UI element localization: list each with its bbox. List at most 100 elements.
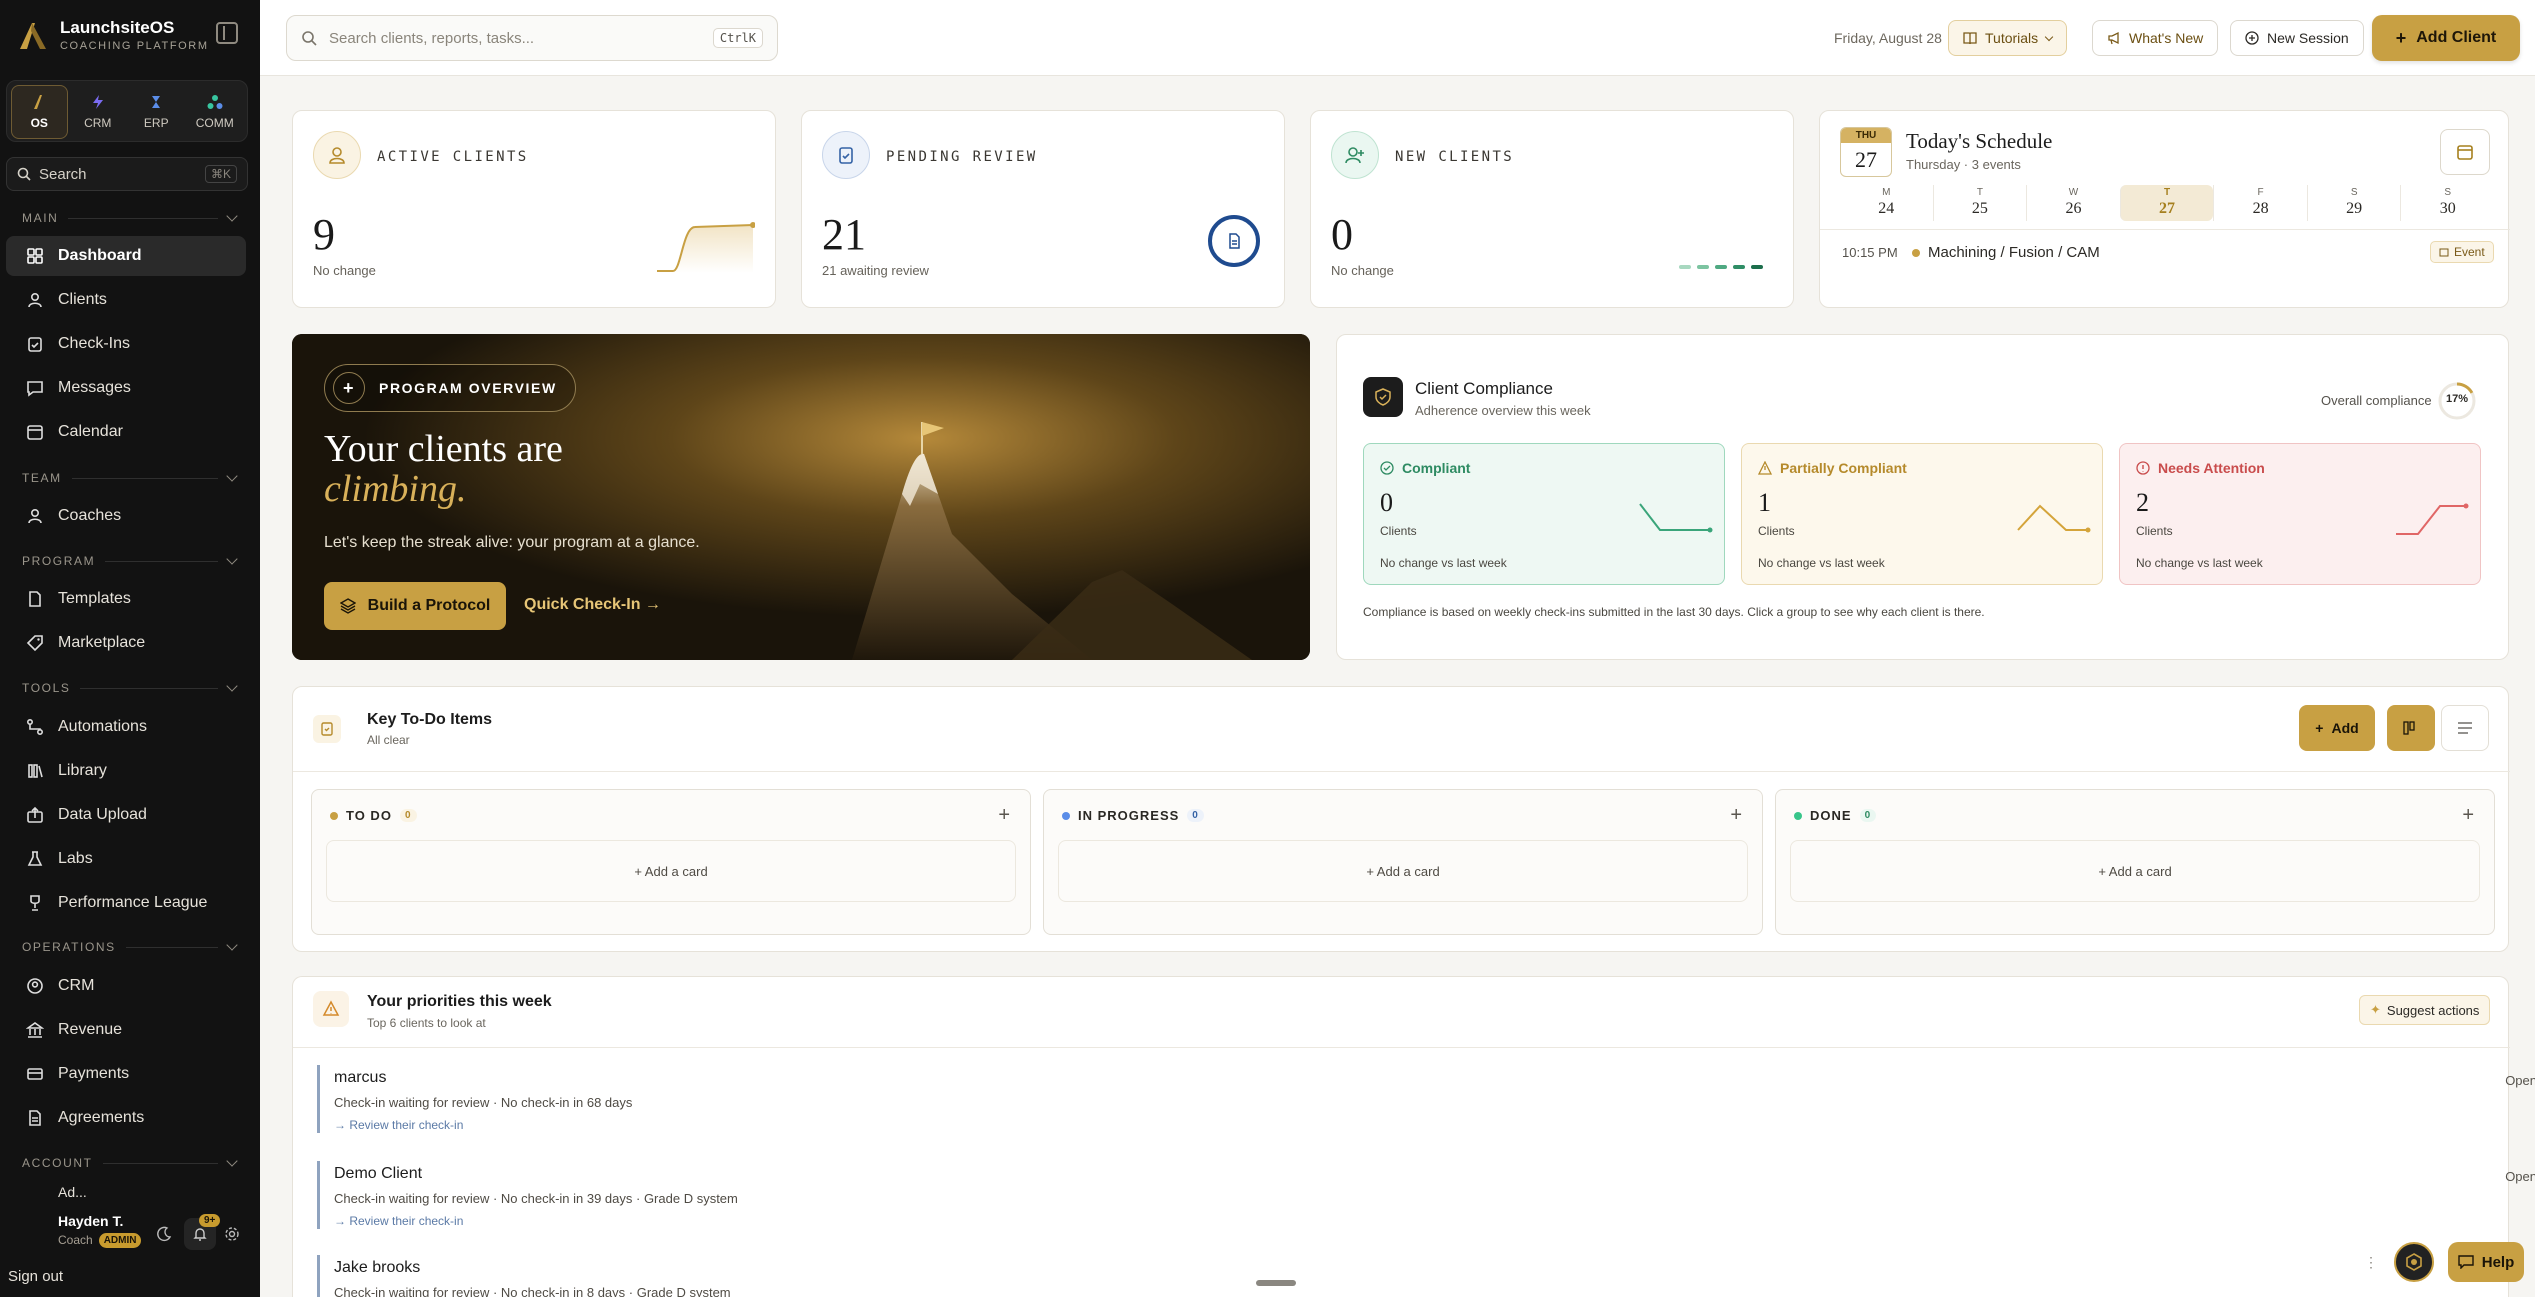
section-main[interactable]: MAIN (22, 210, 238, 225)
stat-card-pending-review[interactable]: PENDING REVIEW 21 21 awaiting review (801, 110, 1285, 308)
gear-icon[interactable] (224, 1226, 240, 1242)
sidebar-item-checkins[interactable]: Check-Ins (6, 324, 246, 364)
section-program[interactable]: PROGRAM (22, 553, 238, 568)
sidebar-item-label: Revenue (58, 1021, 123, 1038)
section-account[interactable]: ACCOUNT (22, 1155, 238, 1170)
sidebar-item-marketplace[interactable]: Marketplace (6, 623, 246, 663)
compliance-group-partial[interactable]: Partially Compliant 1 Clients No change … (1741, 443, 2103, 585)
sidebar-item-labs[interactable]: Labs (6, 839, 246, 879)
sidebar-item-crm[interactable]: CRM (6, 966, 246, 1006)
sidebar-search-shortcut: ⌘K (204, 165, 237, 183)
week-day[interactable]: F 28 (2213, 185, 2307, 221)
section-team[interactable]: TEAM (22, 470, 238, 485)
stat-card-active-clients[interactable]: ACTIVE CLIENTS 9 No change (292, 110, 776, 308)
add-client-button[interactable]: + Add Client (2372, 15, 2520, 61)
scroll-handle[interactable] (1256, 1280, 1296, 1286)
help-button[interactable]: Help (2448, 1242, 2524, 1282)
priority-item[interactable]: Jake brooks Check-in waiting for review … (317, 1255, 2535, 1297)
assistant-avatar[interactable] (2394, 1242, 2434, 1282)
sidebar-item-data-upload[interactable]: Data Upload (6, 795, 246, 835)
user-profile[interactable]: Hayden T. Coach ADMIN (0, 1200, 260, 1260)
new-session-button[interactable]: New Session (2230, 20, 2364, 56)
week-day[interactable]: T 25 (1932, 185, 2027, 221)
kanban-column-in-progress: IN PROGRESS 0 + + Add a card (1043, 789, 1763, 935)
compliance-group-title: Needs Attention (2136, 460, 2265, 476)
compliance-group-note: No change vs last week (1758, 556, 1885, 570)
sidebar-item-performance-league[interactable]: Performance League (6, 883, 246, 923)
app-tab-comm[interactable]: COMM (187, 85, 244, 139)
key-todo-card: Key To-Do Items All clear + Add TO DO 0 + … (292, 686, 2510, 952)
sidebar-item-agreements[interactable]: Agreements (6, 1098, 246, 1138)
chevron-down-icon (226, 553, 238, 565)
add-card-button[interactable]: + Add a card (326, 840, 1016, 902)
open-calendar-button[interactable] (2440, 129, 2490, 175)
suggest-actions-button[interactable]: ✦ Suggest actions (2359, 995, 2491, 1025)
app-tab-crm[interactable]: CRM (70, 85, 127, 139)
sidebar-item-payments[interactable]: Payments (6, 1054, 246, 1094)
compliance-group-needs-attention[interactable]: Needs Attention 2 Clients No change vs l… (2119, 443, 2481, 585)
priority-item[interactable]: marcus Check-in waiting for review · No … (317, 1065, 2535, 1133)
priority-item[interactable]: Demo Client Check-in waiting for review … (317, 1161, 2535, 1229)
whats-new-button[interactable]: What's New (2092, 20, 2219, 56)
open-button[interactable]: Open (2505, 1073, 2535, 1088)
compliance-group-compliant[interactable]: Compliant 0 Clients No change vs last we… (1363, 443, 1725, 585)
workflow-icon (26, 718, 44, 736)
today-weekday: THU (1841, 128, 1891, 143)
section-tools[interactable]: TOOLS (22, 680, 238, 695)
week-day[interactable]: W 26 (2026, 185, 2120, 221)
app-tab-label: CRM (84, 116, 112, 130)
review-checkin-link[interactable]: → Review their check-in (334, 1118, 2535, 1132)
sidebar-item-clients[interactable]: Clients (6, 280, 246, 320)
section-label: PROGRAM (22, 554, 96, 568)
week-day[interactable]: S 29 (2306, 185, 2401, 221)
document-icon (26, 1109, 44, 1127)
sign-out-link[interactable]: Sign out (8, 1268, 63, 1285)
sidebar-item-library[interactable]: Library (6, 751, 246, 791)
sidebar-item-calendar[interactable]: Calendar (6, 412, 246, 452)
week-day[interactable]: M 24 (1840, 185, 1933, 221)
quick-checkin-link[interactable]: Quick Check-In → (524, 596, 661, 614)
list-view-toggle[interactable] (2441, 705, 2489, 751)
app-tab-os[interactable]: OS (11, 85, 68, 139)
add-card-plus-icon[interactable]: + (998, 804, 1010, 827)
sidebar-item-coaches[interactable]: Coaches (6, 496, 246, 536)
event-title[interactable]: Machining / Fusion / CAM (1928, 244, 2100, 261)
week-day[interactable]: T 27 (2119, 185, 2214, 221)
plus-icon: + (333, 372, 365, 404)
app-tab-erp[interactable]: ERP (128, 85, 185, 139)
open-button[interactable]: Open (2505, 1169, 2535, 1184)
sidebar-item-automations[interactable]: Automations (6, 707, 246, 747)
divider (1820, 229, 2510, 230)
brand[interactable]: LaunchsiteOS COACHING PLATFORM (18, 18, 209, 52)
section-operations[interactable]: OPERATIONS (22, 939, 238, 954)
sidebar-item-account-partial[interactable]: Ad... (6, 1180, 246, 1200)
sidebar-item-messages[interactable]: Messages (6, 368, 246, 408)
todo-title: Key To-Do Items (367, 711, 493, 728)
add-card-button[interactable]: + Add a card (1058, 840, 1748, 902)
sidebar-item-templates[interactable]: Templates (6, 579, 246, 619)
drag-handle-icon[interactable]: ⋮ (2364, 1252, 2378, 1272)
sidebar-item-dashboard[interactable]: Dashboard (6, 236, 246, 276)
add-card-plus-icon[interactable]: + (2462, 804, 2474, 827)
add-card-button[interactable]: + Add a card (1790, 840, 2480, 902)
compliance-group-count: 2 (2136, 488, 2149, 517)
sidebar-collapse-icon[interactable] (216, 22, 238, 44)
review-checkin-link[interactable]: → Review their check-in (334, 1214, 2535, 1228)
tutorials-button[interactable]: Tutorials (1948, 20, 2068, 56)
week-day[interactable]: S 30 (2400, 185, 2494, 221)
sidebar-item-revenue[interactable]: Revenue (6, 1010, 246, 1050)
calendar-icon (26, 423, 44, 441)
plus-icon: + (2395, 27, 2407, 48)
program-overview-tag[interactable]: + PROGRAM OVERVIEW (324, 364, 576, 412)
stat-label: ACTIVE CLIENTS (377, 149, 529, 165)
build-protocol-button[interactable]: Build a Protocol (324, 582, 506, 630)
add-todo-button[interactable]: + Add (2299, 705, 2375, 751)
add-card-plus-icon[interactable]: + (1730, 804, 1742, 827)
moon-icon[interactable] (156, 1226, 172, 1242)
sidebar-item-label: Templates (58, 590, 131, 607)
global-search-input[interactable]: Search clients, reports, tasks... CtrlK (286, 15, 778, 61)
board-view-toggle[interactable] (2387, 705, 2435, 751)
compliance-title: Client Compliance (1415, 379, 1553, 398)
stat-card-new-clients[interactable]: NEW CLIENTS 0 No change (1310, 110, 1794, 308)
sidebar-search[interactable]: Search ⌘K (6, 157, 248, 191)
